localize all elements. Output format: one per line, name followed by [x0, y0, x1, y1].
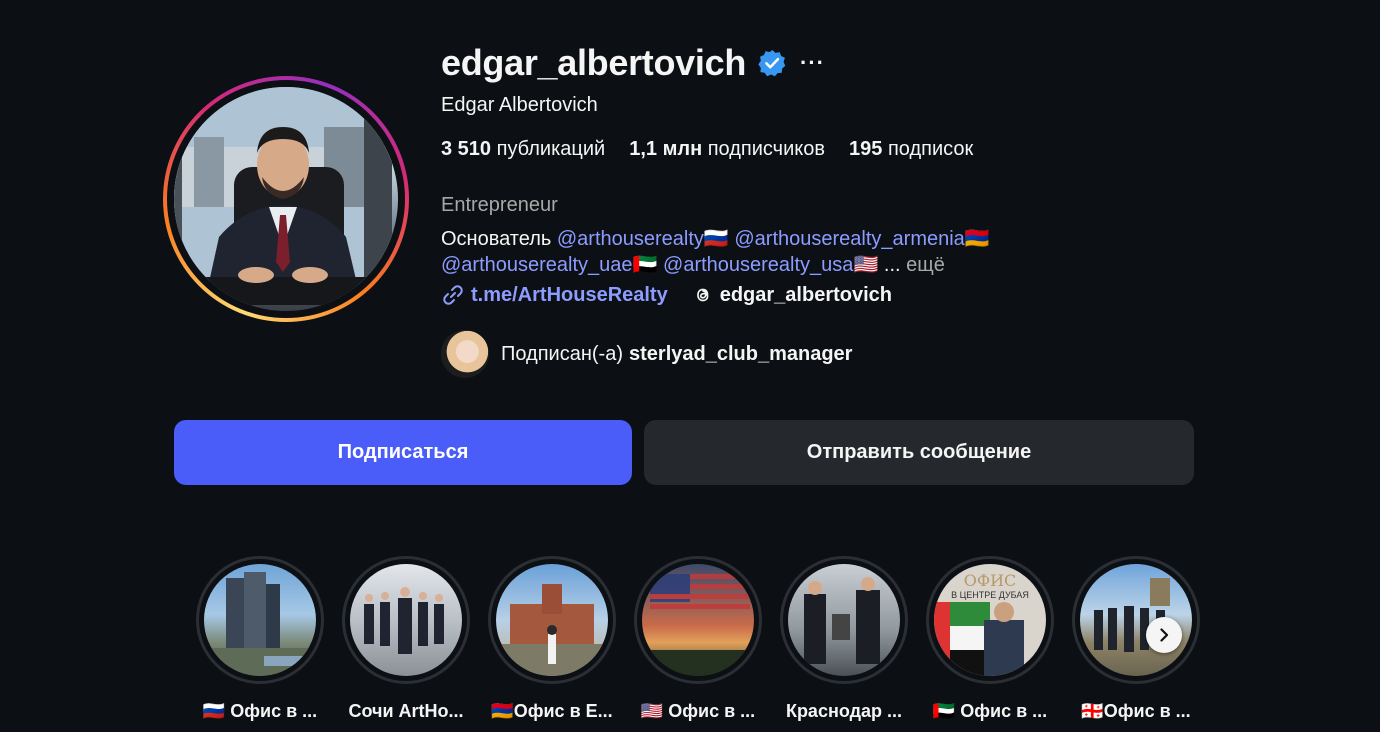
highlight-label: 🇺🇸 Офис в ...: [640, 701, 756, 721]
highlight-label: Краснодар ...: [785, 701, 903, 721]
highlight-cover: [204, 564, 316, 676]
highlight-item[interactable]: 🇷🇺 Офис в ...: [196, 556, 324, 722]
highlight-label: 🇦🇲Офис в Е...: [491, 701, 613, 721]
follow-button[interactable]: Подписаться: [174, 420, 632, 485]
link-icon: [443, 285, 463, 305]
profile-username: edgar_albertovich: [441, 42, 747, 83]
highlight-label: 🇦🇪 Офис в ...: [932, 701, 1048, 721]
external-link[interactable]: t.me/ArtHouseRealty: [441, 283, 668, 307]
highlight-cover: [350, 564, 462, 676]
highlight-item[interactable]: ОФИС В ЦЕНТРЕ ДУБАЯ 🇦🇪 Офис в ...: [926, 556, 1054, 722]
highlight-overlay-title: ОФИС: [963, 571, 1017, 590]
threads-icon: [696, 288, 709, 302]
flag-am: 🇦🇲: [964, 228, 990, 250]
posts-label: публикаций: [496, 138, 606, 160]
bio-mention-arthouserealty-uae[interactable]: @arthouserealty_uae: [441, 254, 633, 276]
bio-prefix: Основатель: [441, 228, 552, 250]
avatar-photo-illustration: [174, 87, 392, 305]
highlight-label: Сочи ArtHo...: [348, 701, 464, 721]
bio-mention-arthouserealty-armenia[interactable]: @arthouserealty_armenia: [734, 228, 964, 250]
external-link-text: t.me/ArtHouseRealty: [471, 283, 668, 306]
verified-badge-icon: [758, 50, 786, 77]
followed-by-username: sterlyad_club_manager: [629, 342, 853, 365]
followed-by-prefix: Подписан(-а): [501, 342, 624, 365]
highlight-item[interactable]: Сочи ArtHo...: [342, 556, 470, 722]
following-count: 195: [849, 138, 883, 160]
highlight-label: 🇬🇪Офис в ...: [1081, 701, 1191, 721]
bio-mention-arthouserealty[interactable]: @arthouserealty: [557, 228, 704, 250]
profile-full-name: Edgar Albertovich: [441, 94, 598, 116]
followers-label: подписчиков: [707, 138, 825, 160]
profile-avatar[interactable]: [174, 87, 398, 311]
followed-by[interactable]: Подписан(-а) sterlyad_club_manager: [441, 330, 852, 378]
posts-stat: 3 510 публикаций: [441, 138, 605, 161]
flag-ae: 🇦🇪: [632, 254, 658, 276]
threads-link[interactable]: edgar_albertovich: [692, 284, 892, 307]
profile-category: Entrepreneur: [441, 194, 558, 216]
chevron-right-icon: [1160, 628, 1169, 642]
highlight-item[interactable]: 🇦🇲Офис в Е...: [488, 556, 616, 722]
highlights-next-button[interactable]: [1146, 617, 1182, 653]
highlight-item[interactable]: Краснодар ...: [780, 556, 908, 722]
followers-count: 1,1 млн: [629, 138, 703, 160]
highlight-overlay-subtitle: В ЦЕНТРЕ ДУБАЯ: [951, 590, 1029, 600]
send-message-button[interactable]: Отправить сообщение: [644, 420, 1194, 485]
followers-stat[interactable]: 1,1 млн подписчиков: [629, 138, 825, 161]
follower-avatar: [441, 330, 489, 378]
highlight-label: 🇷🇺 Офис в ...: [202, 701, 318, 721]
bio-mention-arthouserealty-usa[interactable]: @arthouserealty_usa: [663, 254, 853, 276]
following-stat[interactable]: 195 подписок: [849, 138, 973, 161]
bio-more-button[interactable]: ещё: [906, 254, 945, 276]
following-label: подписок: [887, 138, 974, 160]
profile-stats: 3 510 публикаций 1,1 млн подписчиков 195…: [441, 138, 973, 161]
username-row: edgar_albertovich ···: [441, 42, 825, 84]
flag-us: 🇺🇸: [853, 254, 879, 276]
highlight-cover: [642, 564, 754, 676]
highlight-item[interactable]: 🇺🇸 Офис в ...: [634, 556, 762, 722]
highlight-cover: [496, 564, 608, 676]
posts-count: 3 510: [441, 138, 492, 160]
bio-ellipsis: ...: [883, 254, 901, 276]
highlight-cover: ОФИС В ЦЕНТРЕ ДУБАЯ: [934, 564, 1046, 676]
highlight-cover: [788, 564, 900, 676]
profile-avatar-story-ring[interactable]: [163, 76, 409, 322]
profile-bio: Основатель @arthouserealty🇷🇺 @arthousere…: [441, 226, 1081, 278]
profile-links: t.me/ArtHouseRealty edgar_albertovich: [441, 283, 892, 307]
profile-page: edgar_albertovich ··· Edgar Albertovich …: [0, 0, 1380, 732]
flag-ru: 🇷🇺: [703, 228, 729, 250]
more-options-icon[interactable]: ···: [800, 52, 825, 74]
threads-handle: edgar_albertovich: [719, 283, 893, 306]
